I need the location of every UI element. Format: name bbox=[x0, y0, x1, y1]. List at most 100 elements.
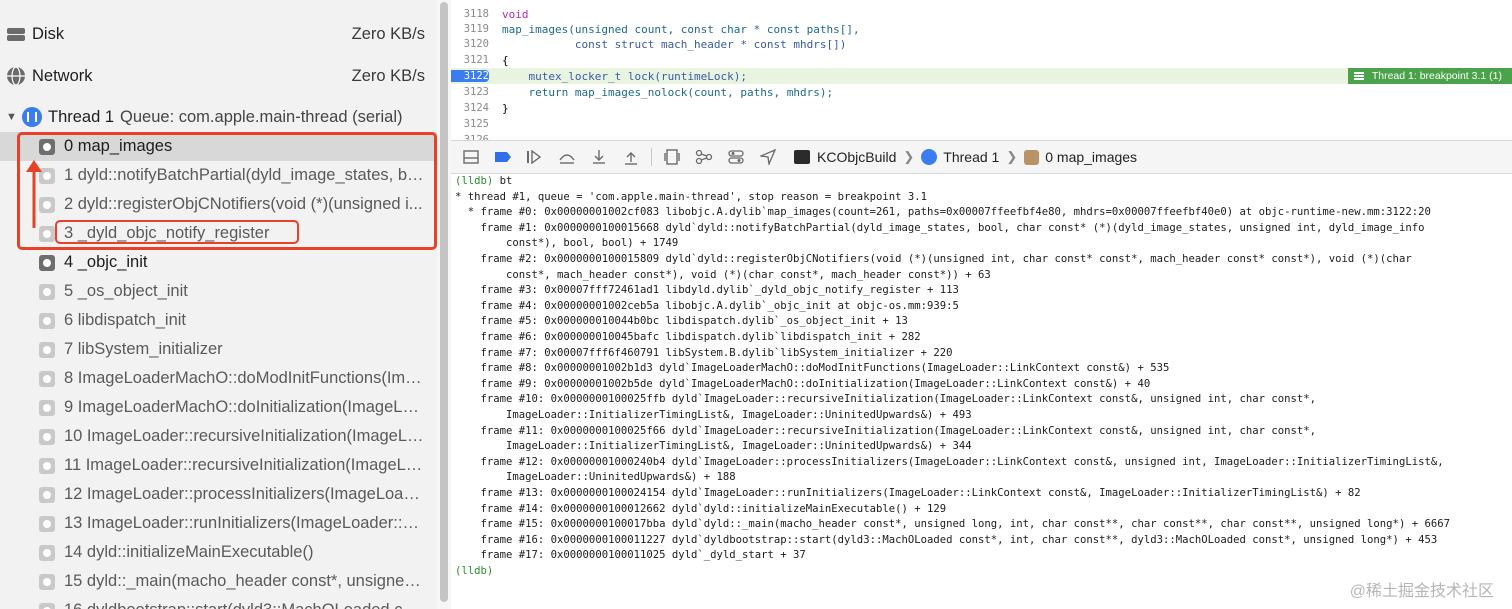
frame-gear-icon bbox=[39, 544, 55, 561]
frame-label: 13 ImageLoader::runInitializers(ImageLoa… bbox=[64, 514, 424, 532]
frame-label: 9 ImageLoaderMachO::doInitialization(Ima… bbox=[64, 398, 424, 416]
step-into-icon[interactable] bbox=[587, 145, 611, 169]
console-command: bt bbox=[499, 175, 513, 187]
console-line: * thread #1, queue = 'com.apple.main-thr… bbox=[455, 190, 927, 203]
lldb-prompt[interactable]: (lldb) bbox=[455, 564, 493, 579]
line-number[interactable]: 3122 bbox=[451, 70, 489, 82]
stack-frame-row[interactable]: 9 ImageLoaderMachO::doInitialization(Ima… bbox=[0, 393, 437, 422]
frame-label: 16 dyldbootstrap::start(dyld3::MachOLoad… bbox=[64, 601, 424, 609]
thread-row[interactable]: ▼ Thread 1 Queue: com.apple.main-thread … bbox=[0, 103, 437, 131]
scrollbar-thumb[interactable] bbox=[440, 2, 448, 602]
line-number: 3121 bbox=[463, 54, 489, 66]
line-number: 3124 bbox=[463, 102, 489, 114]
frame-gear-icon bbox=[39, 486, 55, 503]
gauge-network[interactable]: Network Zero KB/s bbox=[0, 59, 437, 93]
breadcrumb-app[interactable]: KCObjcBuild bbox=[817, 149, 896, 165]
gauge-disk[interactable]: Disk Zero KB/s bbox=[0, 17, 437, 51]
gauge-value: Zero KB/s bbox=[351, 24, 425, 43]
breadcrumb: KCObjcBuild ❯ Thread 1 ❯ 0 map_images bbox=[794, 149, 1137, 165]
continue-icon[interactable] bbox=[523, 145, 547, 169]
memory-graph-icon[interactable] bbox=[692, 145, 716, 169]
frame-gear-icon bbox=[39, 341, 55, 358]
frame-label: 12 ImageLoader::processInitializers(Imag… bbox=[64, 485, 424, 503]
annotation-inner-box bbox=[55, 220, 299, 244]
stack-frame-row[interactable]: 8 ImageLoaderMachO::doModInitFunctions(I… bbox=[0, 364, 437, 393]
frame-gear-icon bbox=[39, 399, 55, 416]
code-text: void bbox=[502, 7, 529, 21]
step-out-icon[interactable] bbox=[619, 145, 643, 169]
app-icon bbox=[794, 150, 810, 164]
watermark: @稀土掘金技术社区 bbox=[1349, 583, 1494, 600]
simulate-location-icon[interactable] bbox=[756, 145, 780, 169]
stack-frame-row[interactable]: 4 _objc_init bbox=[0, 248, 437, 277]
code-text: map_images(unsigned count, const char * … bbox=[502, 22, 860, 36]
stack-frame-row[interactable]: 5 _os_object_init bbox=[0, 277, 437, 306]
breadcrumb-thread[interactable]: Thread 1 bbox=[943, 149, 999, 165]
stack-frame-row[interactable]: 14 dyld::initializeMainExecutable() bbox=[0, 538, 437, 567]
console-line: const*, mach_header const*), void (*)(ch… bbox=[455, 268, 991, 281]
environment-overrides-icon[interactable] bbox=[724, 145, 748, 169]
stack-frame-row[interactable]: 11 ImageLoader::recursiveInitialization(… bbox=[0, 451, 437, 480]
gauge-label: Disk bbox=[32, 24, 65, 43]
frame-gear-icon bbox=[39, 283, 55, 300]
view-hierarchy-icon[interactable] bbox=[660, 145, 684, 169]
frame-label: 8 ImageLoaderMachO::doModInitFunctions(I… bbox=[64, 369, 424, 387]
breadcrumb-frame[interactable]: 0 map_images bbox=[1045, 149, 1137, 165]
breakpoints-toggle-icon[interactable] bbox=[491, 145, 515, 169]
console-line: frame #14: 0x0000000100012662 dyld`dyld:… bbox=[455, 502, 947, 515]
console-line: frame #12: 0x00000001000240b4 dyld`Image… bbox=[455, 455, 1444, 468]
stack-frame-row[interactable]: 12 ImageLoader::processInitializers(Imag… bbox=[0, 480, 437, 509]
nav-top-strip bbox=[0, 0, 437, 6]
console-line: ImageLoader::UninitedUpwards&) + 188 bbox=[455, 471, 736, 484]
code-text: const struct mach_header * const mhdrs[]… bbox=[502, 37, 847, 51]
line-number: 3118 bbox=[463, 8, 489, 20]
stack-frame-row[interactable]: 6 libdispatch_init bbox=[0, 306, 437, 335]
code-line: 3124} bbox=[451, 100, 1512, 116]
frame-label: 11 ImageLoader::recursiveInitialization(… bbox=[64, 456, 424, 474]
console-line: frame #15: 0x0000000100017bba dyld`dyld:… bbox=[455, 518, 1450, 531]
code-line: 3121 { bbox=[451, 52, 1512, 68]
console-line: frame #7: 0x00007fff6f460791 libSystem.B… bbox=[455, 346, 953, 359]
frame-gear-icon bbox=[39, 457, 55, 474]
frame-label: 4 _objc_init bbox=[64, 253, 148, 271]
code-line: 3126 bbox=[451, 132, 1512, 140]
code-text: } bbox=[502, 101, 509, 115]
stack-frame-row[interactable]: 7 libSystem_initializer bbox=[0, 335, 437, 364]
source-editor[interactable]: 3118 void 3119 map_images(unsigned count, … bbox=[451, 0, 1512, 140]
hide-debug-area-icon[interactable] bbox=[459, 145, 483, 169]
code-text: return map_images_nolock(count, paths, m… bbox=[502, 85, 834, 99]
chevron-right-icon: ❯ bbox=[903, 149, 915, 164]
disclosure-triangle-icon[interactable]: ▼ bbox=[6, 111, 20, 123]
console-line: const*), bool, bool) + 1749 bbox=[455, 237, 679, 250]
console-line: frame #8: 0x00000001002b1d3 dyld`ImageLo… bbox=[455, 362, 1170, 375]
stack-frame-row[interactable]: 10 ImageLoader::recursiveInitialization(… bbox=[0, 422, 437, 451]
console-line: frame #16: 0x0000000100011227 dyld`dyldb… bbox=[455, 533, 1438, 546]
stack-frame-row[interactable]: 16 dyldbootstrap::start(dyld3::MachOLoad… bbox=[0, 596, 437, 609]
breakpoint-badge[interactable]: Thread 1: breakpoint 3.1 (1) bbox=[1347, 68, 1512, 84]
network-icon bbox=[6, 66, 26, 86]
console-line: frame #3: 0x00007fff72461ad1 libdyld.dyl… bbox=[455, 284, 959, 297]
thread-icon bbox=[921, 149, 938, 165]
frame-label: 14 dyld::initializeMainExecutable() bbox=[64, 543, 314, 561]
code-text: mutex_locker_t lock(runtimeLock); bbox=[502, 69, 748, 83]
debug-bar: KCObjcBuild ❯ Thread 1 ❯ 0 map_images bbox=[451, 140, 1512, 174]
current-code-line: 3122 mutex_locker_t lock(runtimeLock); T… bbox=[451, 68, 1512, 84]
annotation-arrow-icon bbox=[26, 160, 42, 228]
frame-gear-icon bbox=[39, 573, 55, 590]
navigator-scrollbar[interactable] bbox=[437, 0, 451, 609]
code-line: 3120 const struct mach_header * const mh… bbox=[451, 36, 1512, 52]
breakpoint-menu-icon bbox=[1353, 72, 1364, 80]
frame-gear-icon bbox=[39, 254, 55, 271]
console-line: ImageLoader::InitializerTimingList&, Ima… bbox=[455, 440, 972, 453]
line-number: 3120 bbox=[463, 38, 489, 50]
toolbar-separator bbox=[651, 148, 652, 166]
console-line: frame #13: 0x0000000100024154 dyld`Image… bbox=[455, 487, 1361, 499]
stack-frame-row[interactable]: 15 dyld::_main(macho_header const*, unsi… bbox=[0, 567, 437, 596]
step-over-icon[interactable] bbox=[555, 145, 579, 169]
debug-navigator: Disk Zero KB/s Network Zero KB/s ▼ Threa… bbox=[0, 0, 437, 609]
console-line: frame #10: 0x0000000100025ffb dyld`Image… bbox=[455, 393, 1317, 406]
lldb-console[interactable]: (lldb) bt * thread #1, queue = 'com.appl… bbox=[451, 174, 1512, 609]
gauge-value: Zero KB/s bbox=[351, 66, 425, 85]
console-line: frame #1: 0x0000000100015668 dyld`dyld::… bbox=[455, 221, 1425, 234]
stack-frame-row[interactable]: 13 ImageLoader::runInitializers(ImageLoa… bbox=[0, 509, 437, 538]
